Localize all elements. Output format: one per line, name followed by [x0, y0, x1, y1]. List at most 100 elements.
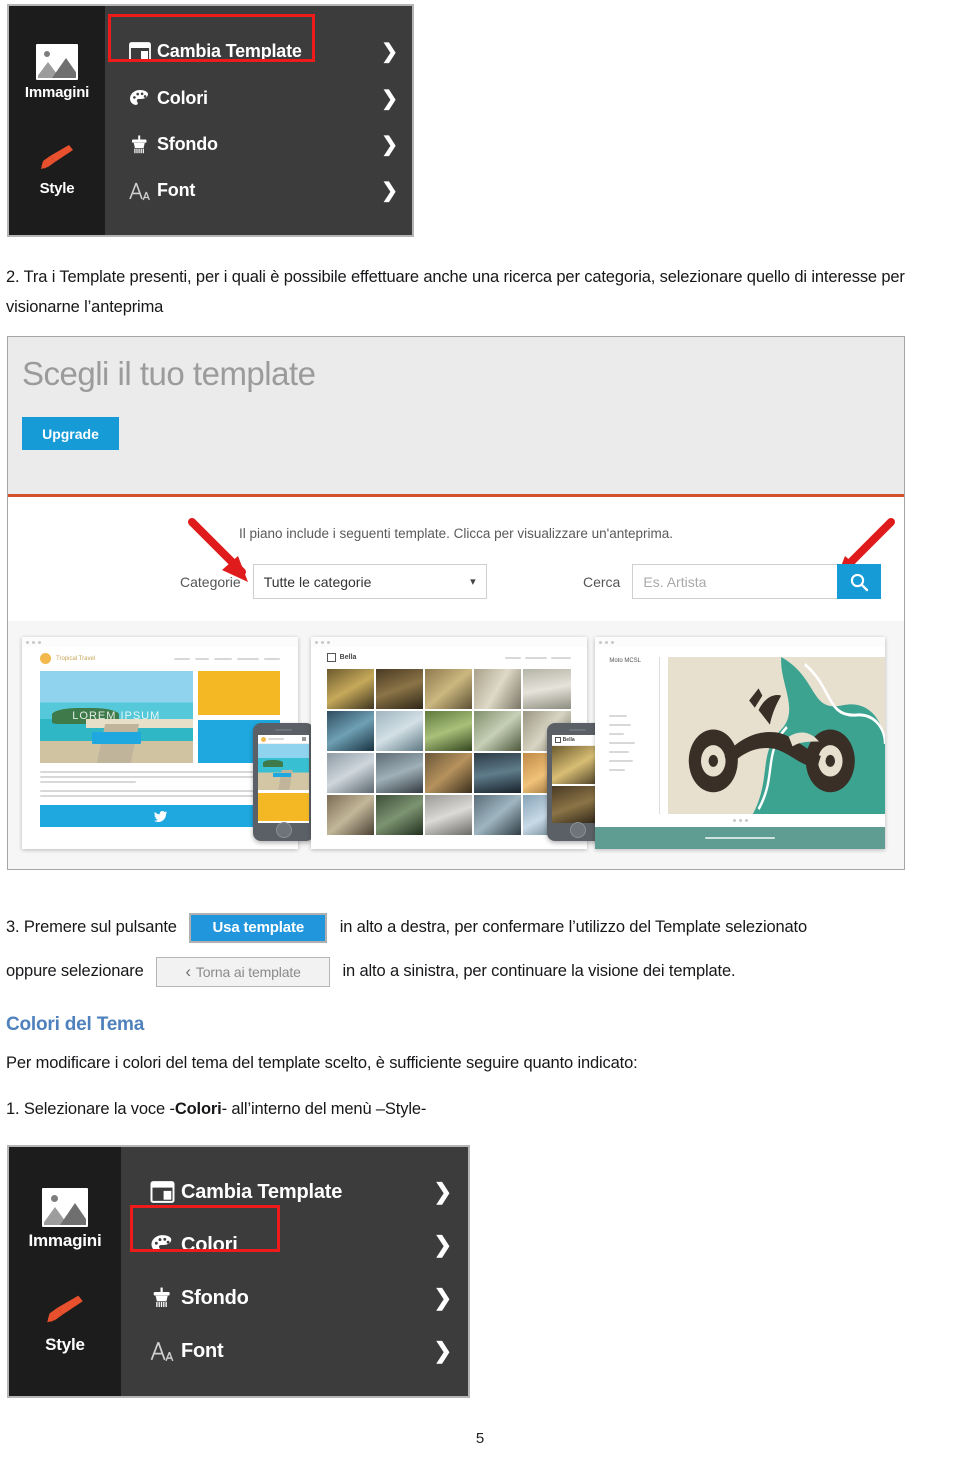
template-brand-name: Tropical Travel: [56, 655, 96, 662]
chevron-down-icon[interactable]: ▾: [470, 575, 476, 588]
menu-item-font[interactable]: Font ❯: [121, 1325, 468, 1378]
nav-link: [609, 742, 636, 744]
rail-item-immagini[interactable]: Immagini: [28, 1187, 102, 1251]
nav-link: [609, 724, 632, 726]
menu-item-sfondo[interactable]: Sfondo ❯: [105, 122, 412, 168]
usa-template-button[interactable]: Usa template: [189, 912, 328, 943]
paint-roller-icon: [143, 1287, 181, 1309]
brush-icon: [39, 142, 75, 172]
upgrade-button[interactable]: Upgrade: [22, 417, 119, 450]
search-input[interactable]: Es. Artista: [632, 564, 838, 599]
template-subtitle: Il piano include i seguenti template. Cl…: [238, 526, 674, 541]
menu-item-font[interactable]: Font ❯: [105, 168, 412, 214]
chevron-right-icon[interactable]: ❯: [368, 132, 398, 157]
paragraph-3-text-1: 3. Premere sul pulsante: [6, 918, 177, 936]
rail-item-style[interactable]: Style: [39, 142, 75, 197]
brush-icon-svg: [47, 1295, 83, 1323]
photo-tile: [425, 669, 473, 709]
menu-item-colori[interactable]: Colori ❯: [105, 76, 412, 122]
step-1-text-pre: 1. Selezionare la voce -: [6, 1100, 175, 1118]
browser-mockup: Moto MCSL: [595, 637, 886, 849]
template-logo: [40, 653, 51, 664]
browser-dot: [314, 640, 318, 644]
phone-screen: [258, 735, 309, 823]
photo-tile: [474, 669, 522, 709]
chevron-right-icon[interactable]: ❯: [368, 39, 398, 64]
browser-dot: [599, 640, 603, 644]
browser-dot: [611, 640, 615, 644]
template-brand-name: Bella: [339, 654, 357, 661]
category-filter[interactable]: Categorie Tutte le categorie ▾: [180, 564, 487, 599]
template-card-tropical-travel[interactable]: Tropical Travel LOREM IPSUM: [8, 621, 314, 869]
nav-link: [609, 760, 634, 762]
paragraph-3-line-1: 3. Premere sul pulsante Usa template in …: [6, 912, 956, 943]
feature-card-yellow: [197, 671, 280, 715]
menu-item-colori[interactable]: Colori ❯: [121, 1219, 468, 1272]
nav-link: [195, 657, 209, 660]
search-filter[interactable]: Cerca Es. Artista: [583, 564, 882, 599]
torna-ai-template-button[interactable]: ‹ Torna ai template: [156, 956, 331, 987]
rail-item-immagini[interactable]: Immagini: [25, 44, 89, 101]
search-label: Cerca: [583, 573, 621, 590]
chevron-right-icon[interactable]: ❯: [418, 1285, 452, 1311]
template-card-bella[interactable]: Bella Bella: [307, 621, 608, 869]
style-menu-top[interactable]: Immagini Style Cambia Template ❯ Colori …: [7, 4, 414, 237]
chevron-left-icon: ‹: [185, 961, 191, 981]
template-chooser-screenshot[interactable]: Scegli il tuo template Upgrade Il piano …: [7, 336, 905, 870]
menu-item-label: Cambia Template: [157, 41, 302, 61]
template-chooser-header: Scegli il tuo template Upgrade: [8, 337, 904, 497]
nav-link: [237, 657, 259, 660]
menu-item-label: Colori: [181, 1233, 238, 1256]
menu-item-sfondo[interactable]: Sfondo ❯: [121, 1272, 468, 1325]
photo-tile: [474, 795, 522, 835]
nav-link: [550, 656, 571, 659]
twitter-icon: [153, 810, 167, 822]
style-menu-top-list: Cambia Template ❯ Colori ❯ Sfondo ❯ Font…: [105, 6, 412, 235]
photo-tile: [326, 753, 374, 793]
category-label: Categorie: [180, 573, 241, 590]
carousel-dot[interactable]: [732, 819, 736, 822]
nav-link: [524, 656, 547, 659]
template-brand-name: Moto MCSL: [609, 658, 642, 664]
hero-heading: LOREM IPSUM: [72, 709, 161, 722]
template-card-moto[interactable]: Moto MCSL: [595, 621, 904, 869]
torna-ai-template-label: Torna ai template: [195, 963, 301, 980]
nav-link: [609, 715, 628, 717]
photo-tile: [375, 711, 424, 751]
menu-item-cambia-template[interactable]: Cambia Template ❯: [105, 28, 412, 76]
menu-item-cambia-template[interactable]: Cambia Template ❯: [121, 1166, 468, 1219]
style-menu-bottom[interactable]: Immagini Style Cambia Template ❯ Colori …: [7, 1145, 470, 1398]
rail-item-style[interactable]: Style: [45, 1292, 85, 1355]
phone-feature-card: [258, 793, 309, 821]
chevron-right-icon[interactable]: ❯: [368, 86, 398, 111]
paragraph-3-text-3: oppure selezionare: [6, 962, 144, 980]
nav-link: [609, 733, 625, 735]
photo-tile: [375, 669, 424, 709]
layout-icon: [123, 41, 157, 62]
carousel-dot[interactable]: [744, 819, 748, 822]
search-button[interactable]: [837, 564, 882, 599]
chevron-right-icon[interactable]: ❯: [418, 1232, 452, 1258]
phone-home-button[interactable]: [276, 822, 292, 838]
template-sidebar: Moto MCSL: [609, 657, 661, 814]
chevron-right-icon[interactable]: ❯: [368, 178, 398, 203]
template-thumbnails[interactable]: Tropical Travel LOREM IPSUM Bella Bella …: [8, 621, 904, 869]
image-icon: [36, 44, 78, 81]
style-menu-bottom-list: Cambia Template ❯ Colori ❯ Sfondo ❯ Font…: [121, 1147, 468, 1396]
photo-tile: [375, 753, 424, 793]
photo-tile: [326, 711, 374, 751]
chevron-right-icon[interactable]: ❯: [418, 1338, 452, 1364]
carousel-dot[interactable]: [738, 819, 742, 822]
chevron-right-icon[interactable]: ❯: [418, 1179, 452, 1205]
category-select[interactable]: Tutte le categorie ▾: [252, 564, 487, 599]
bella-logo-icon: [326, 653, 336, 662]
photo-tile: [523, 669, 571, 709]
hero-illustration: [668, 657, 886, 814]
step-1-text-post: - all’interno del menù –Style-: [221, 1100, 427, 1118]
browser-dot: [605, 640, 609, 644]
menu-item-label: Font: [181, 1339, 224, 1362]
menu-item-label: Sfondo: [181, 1286, 249, 1309]
style-menu-bottom-rail: Immagini Style: [9, 1147, 121, 1396]
phone-home-button[interactable]: [569, 822, 586, 838]
menu-item-label: Cambia Template: [181, 1180, 343, 1203]
